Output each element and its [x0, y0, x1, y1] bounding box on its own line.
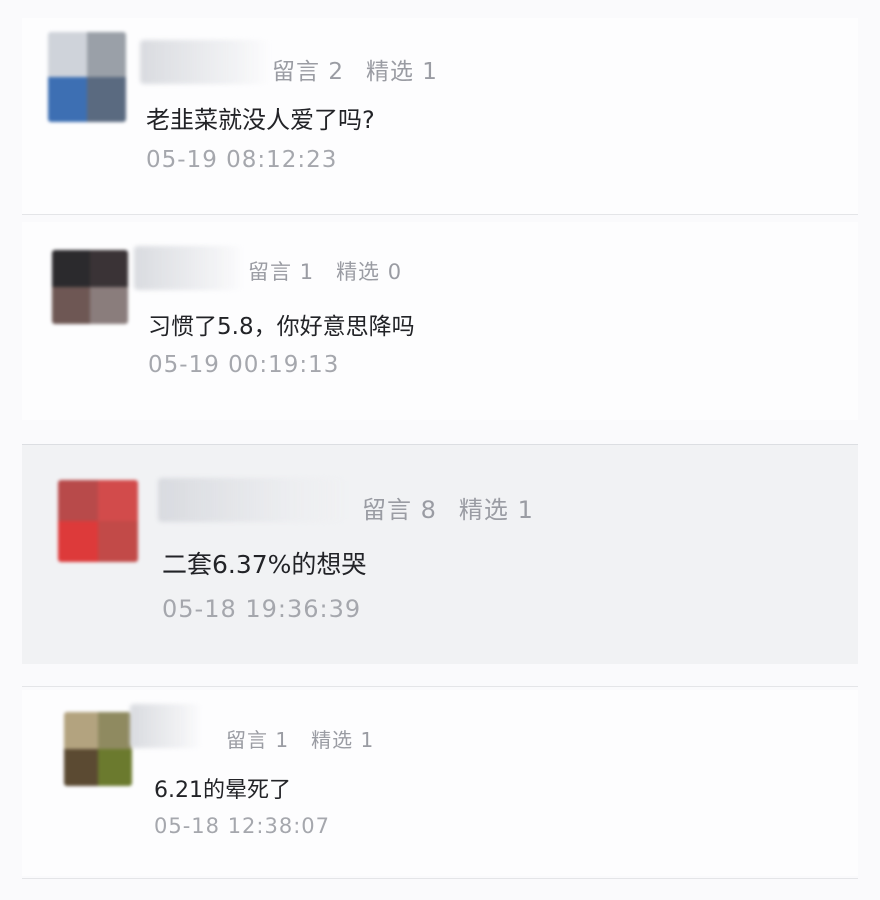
comment-stats: 留言 2 精选 1 — [272, 52, 438, 86]
username-redacted — [134, 246, 244, 290]
avatar-pixel — [58, 521, 98, 562]
avatar-pixel — [48, 32, 87, 77]
comment-stats: 留言 8 精选 1 — [362, 490, 534, 525]
avatar[interactable] — [64, 712, 132, 786]
comment-card-highlighted — [22, 444, 858, 664]
avatar[interactable] — [52, 250, 128, 324]
comment-time: 05-18 19:36:39 — [162, 595, 362, 623]
comment-stats: 留言 1 精选 1 — [226, 724, 374, 753]
avatar-pixel — [87, 77, 126, 122]
featured-label: 精选 — [458, 496, 509, 524]
avatar[interactable] — [58, 480, 138, 562]
avatar-pixel — [98, 521, 138, 562]
reply-count: 8 — [420, 496, 437, 524]
avatar-pixel — [90, 250, 128, 287]
avatar-pixel — [98, 749, 132, 786]
divider — [22, 686, 858, 687]
avatar-pixel — [64, 712, 98, 749]
avatar-pixel — [48, 77, 87, 122]
avatar-pixel — [52, 287, 90, 324]
reply-label: 留言 — [248, 260, 292, 284]
featured-count: 0 — [387, 260, 403, 284]
avatar-pixel — [90, 287, 128, 324]
comment-text: 6.21的晕死了 — [154, 778, 291, 803]
featured-count: 1 — [360, 728, 375, 752]
featured-label: 精选 — [336, 260, 381, 284]
avatar-pixel — [52, 250, 90, 287]
divider — [22, 444, 858, 445]
reply-count: 1 — [275, 728, 290, 752]
reply-label: 留言 — [362, 496, 412, 524]
comment-text: 二套6.37%的想哭 — [162, 550, 367, 579]
comment-time: 05-18 12:38:07 — [154, 814, 331, 838]
comment-text: 习惯了5.8，你好意思降吗 — [148, 314, 415, 340]
avatar-pixel — [98, 712, 132, 749]
featured-label: 精选 — [311, 728, 354, 752]
avatar-pixel — [98, 480, 138, 521]
reply-count: 1 — [299, 260, 315, 284]
username-redacted — [158, 478, 348, 522]
comment-stats: 留言 1 精选 0 — [248, 256, 402, 286]
featured-count: 1 — [422, 59, 438, 85]
featured-label: 精选 — [365, 59, 414, 85]
divider — [22, 878, 858, 879]
avatar-pixel — [87, 32, 126, 77]
avatar-pixel — [58, 480, 98, 521]
comment-list: 留言 2 精选 1 老韭菜就没人爱了吗? 05-19 08:12:23 留言 1精… — [0, 0, 880, 900]
divider — [22, 214, 858, 215]
featured-count: 1 — [517, 496, 534, 524]
reply-label: 留言 — [226, 728, 268, 752]
reply-count: 2 — [328, 59, 344, 85]
comment-time: 05-19 08:12:23 — [146, 147, 338, 173]
reply-label: 留言 — [272, 59, 320, 85]
comment-time: 05-19 00:19:13 — [148, 352, 340, 378]
comment-text: 老韭菜就没人爱了吗? — [146, 106, 375, 134]
username-redacted — [140, 40, 270, 84]
avatar-pixel — [64, 749, 98, 786]
avatar[interactable] — [48, 32, 126, 122]
username-redacted — [130, 704, 202, 748]
